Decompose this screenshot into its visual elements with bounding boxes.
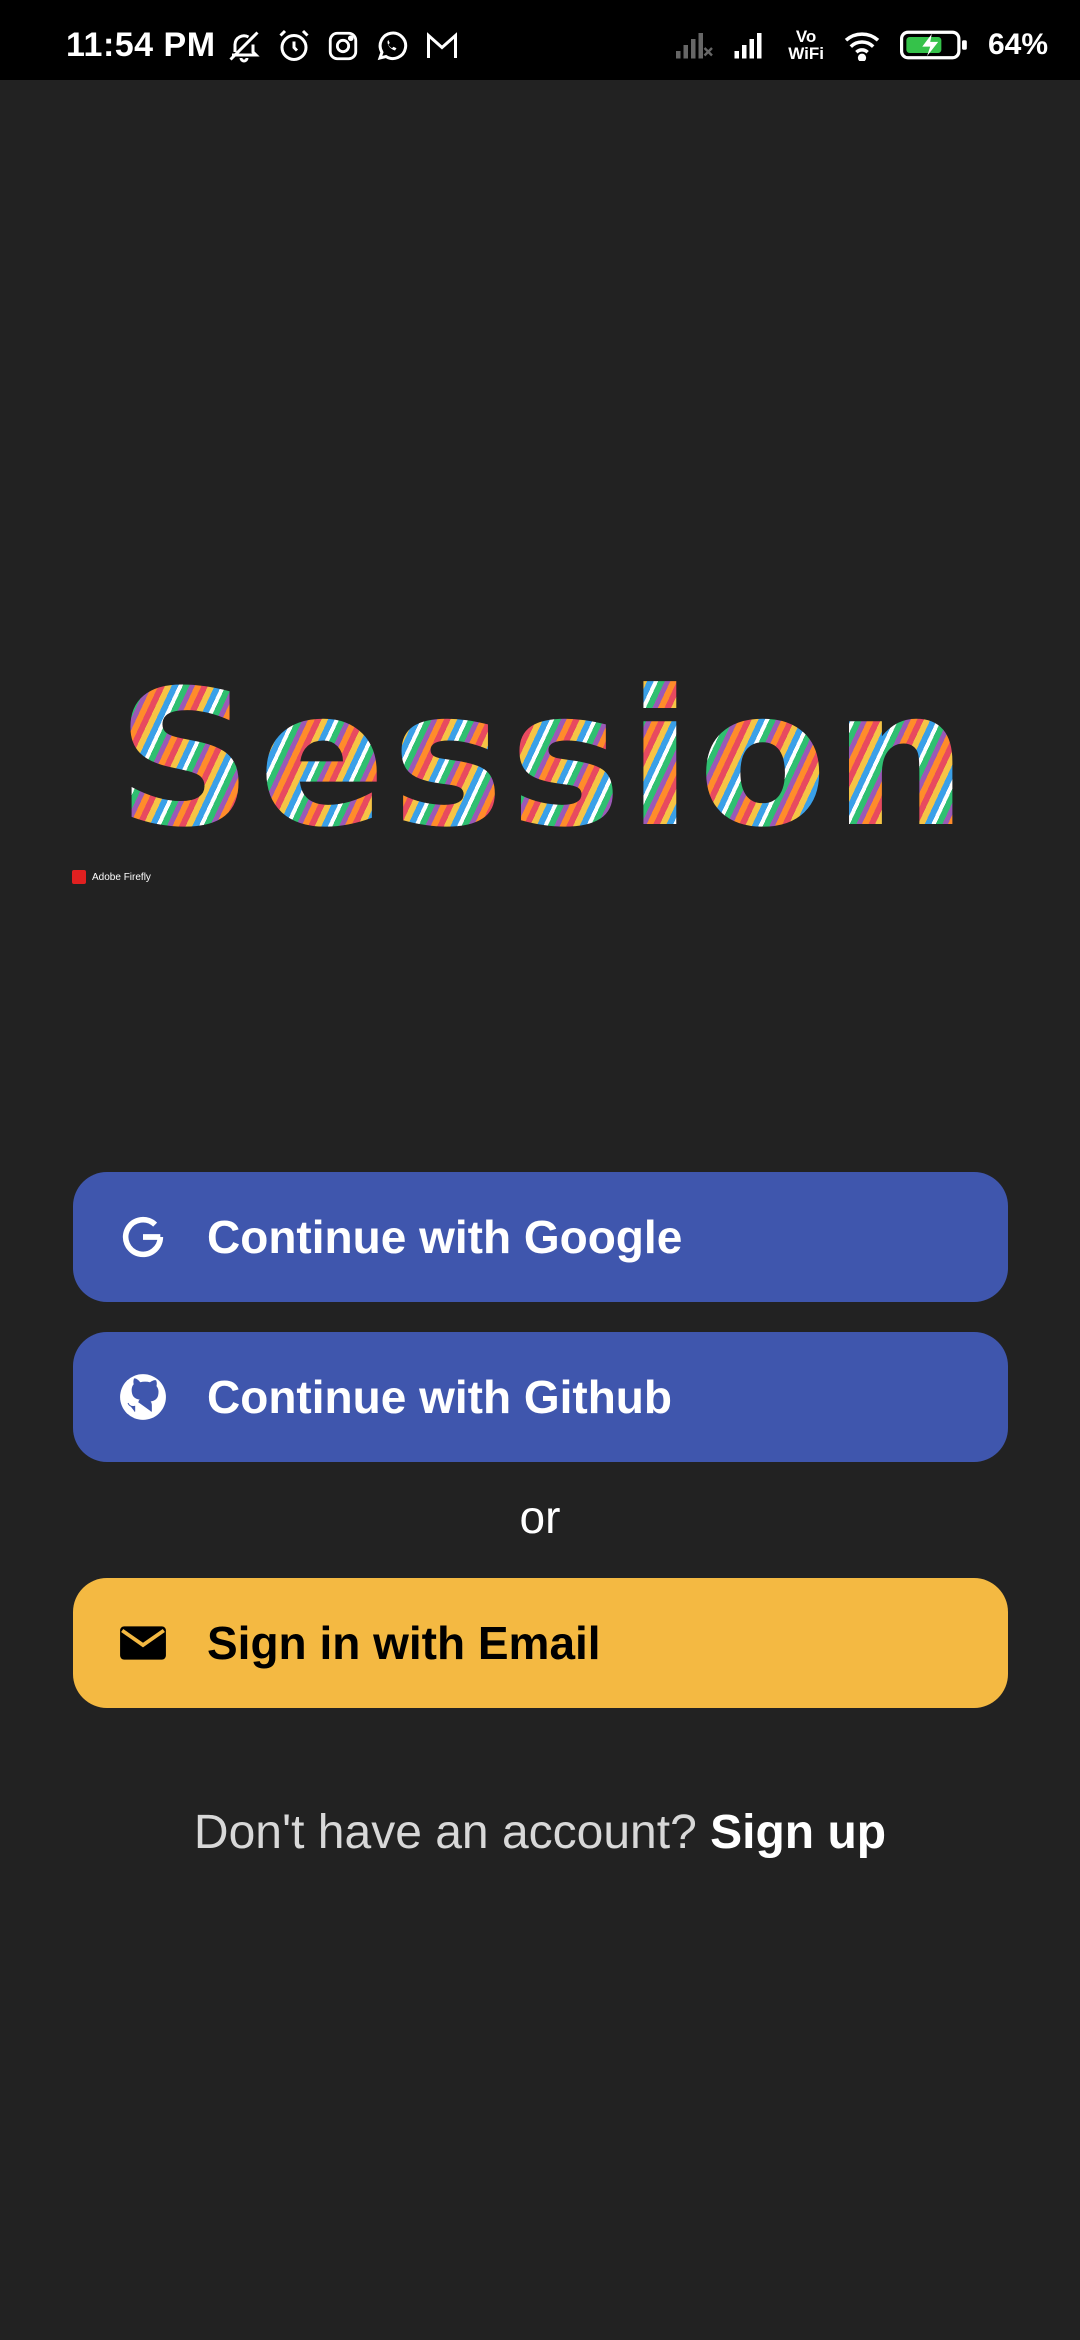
status-bar: 11:54 PM Vo WiFi 64% — [0, 0, 1080, 80]
mail-icon — [117, 1617, 169, 1669]
badge-label: Adobe Firefly — [92, 871, 151, 883]
continue-with-github-button[interactable]: Continue with Github — [73, 1332, 1008, 1462]
google-button-label: Continue with Google — [207, 1211, 683, 1263]
adobe-icon — [72, 870, 86, 884]
signal-off-icon — [674, 30, 714, 60]
continue-with-google-button[interactable]: Continue with Google — [73, 1172, 1008, 1302]
vowifi-bottom: WiFi — [788, 44, 824, 63]
login-screen: 11:54 PM Vo WiFi 64% Session Adobe Firef… — [0, 0, 1080, 2340]
email-button-label: Sign in with Email — [207, 1617, 601, 1669]
instagram-icon — [326, 29, 360, 63]
signup-row: Don't have an account? Sign up — [0, 1805, 1080, 1860]
google-icon — [117, 1211, 169, 1263]
adobe-firefly-badge: Adobe Firefly — [72, 870, 151, 884]
sign-in-with-email-button[interactable]: Sign in with Email — [73, 1578, 1008, 1708]
mute-icon — [226, 28, 262, 64]
status-time: 11:54 PM — [66, 26, 216, 64]
alarm-icon — [276, 28, 312, 64]
signal-icon — [732, 30, 770, 60]
app-logo: Session Adobe Firefly — [60, 620, 1030, 900]
signup-prompt: Don't have an account? — [193, 1806, 697, 1859]
gmail-icon — [424, 31, 460, 61]
github-button-label: Continue with Github — [207, 1371, 673, 1423]
or-divider: or — [519, 1491, 561, 1543]
battery-charging-icon — [899, 29, 970, 61]
logo-text: Session — [60, 620, 1030, 900]
battery-percent: 64% — [987, 28, 1048, 61]
github-icon — [117, 1371, 169, 1423]
system-icons: Vo WiFi 64% — [674, 28, 1048, 62]
vowifi-top: Vo — [795, 27, 817, 46]
sign-up-link[interactable]: Sign up — [710, 1806, 886, 1859]
whatsapp-icon — [374, 28, 410, 64]
wifi-icon — [842, 29, 882, 61]
notification-icons — [226, 28, 460, 64]
vowifi-icon: Vo WiFi — [788, 28, 824, 62]
